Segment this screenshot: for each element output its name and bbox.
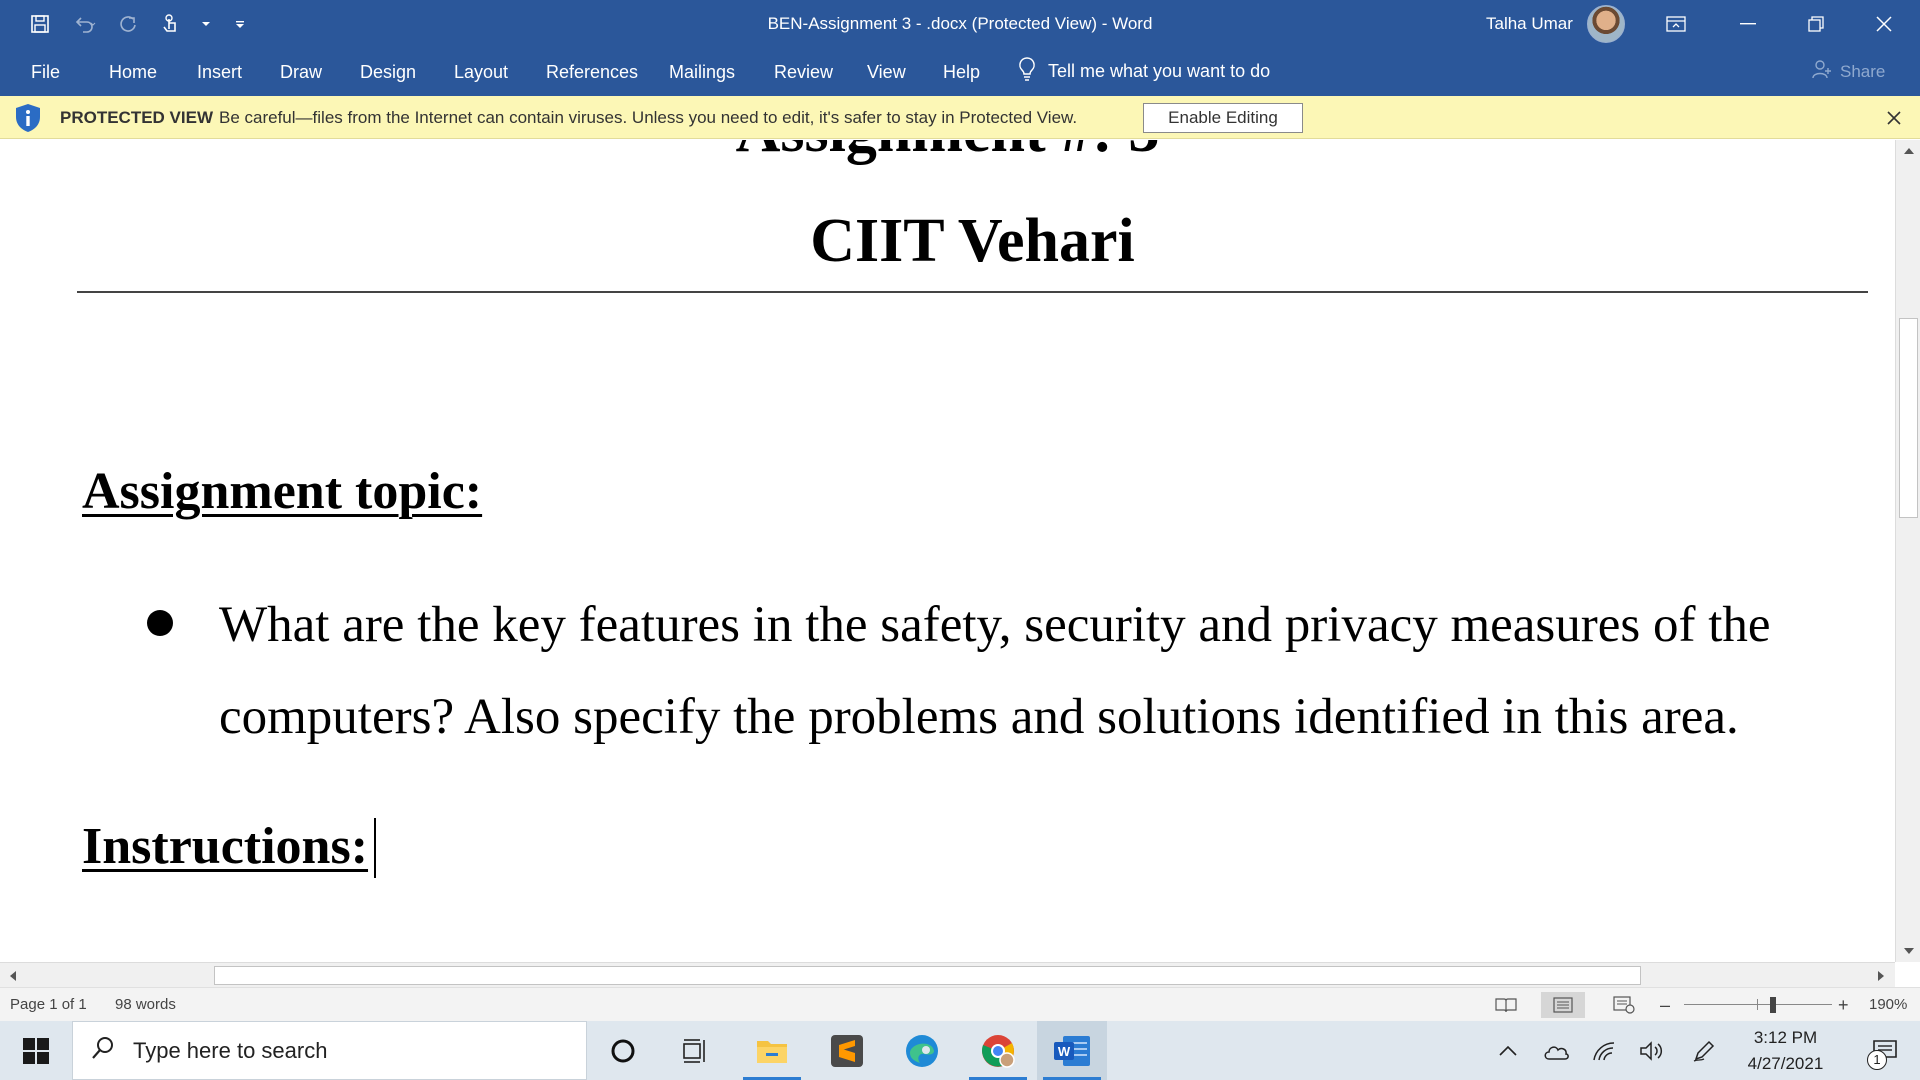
scroll-right-icon[interactable] [1868,963,1893,988]
zoom-out-button[interactable]: – [1660,988,1670,1022]
user-name: Talha Umar [1486,13,1573,33]
wifi-icon[interactable] [1582,1021,1626,1080]
notification-count-badge: 1 [1867,1050,1887,1070]
clock-date: 4/27/2021 [1747,1053,1824,1073]
tell-me-text: Tell me what you want to do [1048,61,1271,81]
touch-mode-icon[interactable] [154,6,190,42]
vertical-scrollbar[interactable] [1895,140,1920,962]
scroll-up-icon[interactable] [1896,140,1920,162]
horizontal-scrollbar[interactable] [0,962,1895,987]
share-person-icon [1812,59,1832,84]
scroll-left-icon[interactable] [0,963,25,988]
cortana-icon[interactable] [588,1021,658,1080]
restore-icon[interactable] [1782,0,1850,47]
title-bar: BEN-Assignment 3 - .docx (Protected View… [0,0,1920,47]
close-icon[interactable] [1850,0,1918,47]
status-bar: Page 1 of 1 98 words – + 190% [0,987,1920,1021]
search-icon [91,1036,115,1065]
tab-insert[interactable]: Insert [197,47,242,96]
windows-start-icon[interactable] [0,1021,72,1080]
shield-info-icon [14,103,42,138]
print-layout-icon[interactable] [1541,992,1585,1018]
undo-icon[interactable] [66,6,102,42]
zoom-slider-center-mark [1757,999,1758,1010]
document-canvas[interactable]: Assignment #: 3 CIIT Vehari Assignment t… [0,140,1895,962]
ribbon-display-options-icon[interactable] [1642,0,1710,47]
protected-view-bar: PROTECTED VIEW Be careful—files from the… [0,96,1920,139]
touch-mode-dropdown-icon[interactable] [198,21,214,27]
clock-time: 3:12 PM [1753,1027,1818,1047]
bullet-text-line-2: computers? Also specify the problems and… [219,689,1739,745]
ribbon-tabs: File Home Insert Draw Design Layout Refe… [0,47,1920,96]
onedrive-icon[interactable] [1534,1021,1578,1080]
tab-review[interactable]: Review [774,47,833,96]
volume-icon[interactable] [1630,1021,1674,1080]
document-subtitle: CIIT Vehari [810,207,1135,275]
zoom-level[interactable]: 190% [1869,988,1907,1022]
taskbar: Type here to search W 3:12 PM 4/27/2021 [0,1021,1920,1080]
protected-view-message: Be careful—files from the Internet can c… [219,108,1078,127]
action-center-icon[interactable] [1850,1021,1920,1080]
tab-design[interactable]: Design [360,47,416,96]
sublime-text-icon[interactable] [812,1021,882,1080]
pen-workspace-icon[interactable] [1682,1021,1726,1080]
customize-qat-icon[interactable] [222,6,258,42]
share-button[interactable]: Share [1812,47,1885,96]
text-cursor [374,818,376,878]
show-hidden-icons-chevron-icon[interactable] [1486,1021,1530,1080]
tab-file[interactable]: File [31,47,60,96]
zoom-slider-thumb[interactable] [1770,997,1776,1013]
edge-icon[interactable] [887,1021,957,1080]
tab-layout[interactable]: Layout [454,47,508,96]
tab-view[interactable]: View [867,47,906,96]
protected-view-label: PROTECTED VIEW [60,108,214,127]
task-view-icon[interactable] [661,1021,731,1080]
save-icon[interactable] [22,6,58,42]
word-icon[interactable]: W [1037,1021,1107,1080]
taskbar-search-box[interactable]: Type here to search [72,1021,587,1080]
bullet-point [147,610,173,636]
horizontal-scroll-thumb[interactable] [214,966,1641,985]
read-mode-icon[interactable] [1484,992,1528,1018]
zoom-in-button[interactable]: + [1838,988,1849,1022]
share-label: Share [1840,61,1886,81]
web-layout-icon[interactable] [1602,992,1646,1018]
document-title: Assignment #: 3 [0,140,1895,167]
system-clock[interactable]: 3:12 PM 4/27/2021 [1733,1021,1838,1080]
vertical-scroll-thumb[interactable] [1899,318,1918,518]
heading-instructions: Instructions: [82,818,369,875]
bullet-text-line-1: What are the key features in the safety,… [219,597,1771,653]
tab-mailings[interactable]: Mailings [669,47,735,96]
search-placeholder: Type here to search [133,1037,328,1063]
user-account[interactable]: Talha Umar [1486,0,1625,47]
page-count[interactable]: Page 1 of 1 [10,988,87,1022]
quick-access-toolbar [22,0,258,47]
word-count[interactable]: 98 words [115,988,176,1022]
chrome-icon[interactable] [963,1021,1033,1080]
user-avatar[interactable] [1586,4,1625,43]
tab-home[interactable]: Home [109,47,157,96]
lightbulb-icon [1018,57,1036,86]
enable-editing-button[interactable]: Enable Editing [1143,103,1303,133]
close-bar-icon[interactable] [1882,106,1906,130]
svg-text:W: W [1058,1044,1071,1059]
window-title: BEN-Assignment 3 - .docx (Protected View… [767,14,1153,33]
file-explorer-icon[interactable] [737,1021,807,1080]
tab-references[interactable]: References [546,47,638,96]
tab-draw[interactable]: Draw [280,47,322,96]
tab-help[interactable]: Help [943,47,980,96]
heading-assignment-topic: Assignment topic: [82,463,483,520]
zoom-slider[interactable] [1684,1004,1832,1005]
minimize-icon[interactable] [1714,0,1782,47]
scroll-down-icon[interactable] [1896,940,1920,962]
title-divider [77,291,1868,293]
tell-me-search[interactable]: Tell me what you want to do [1018,47,1270,96]
redo-icon[interactable] [110,6,146,42]
